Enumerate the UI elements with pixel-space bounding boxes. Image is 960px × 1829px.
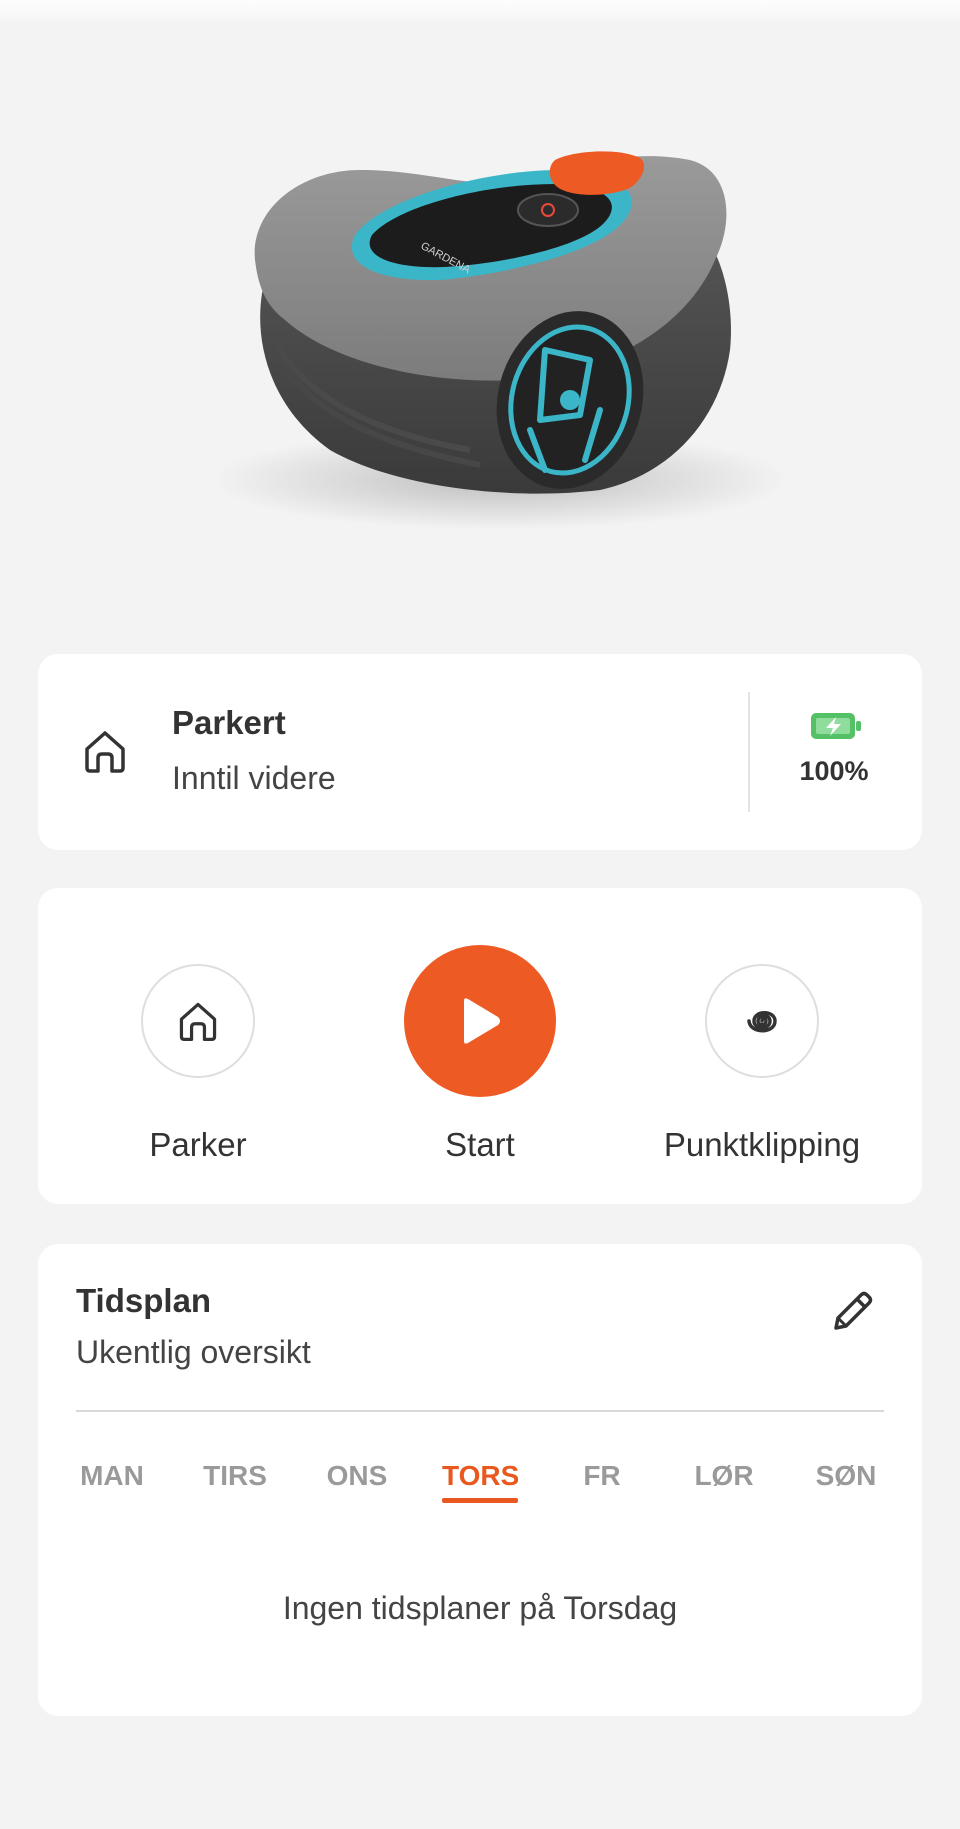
schedule-title: Tidsplan bbox=[76, 1282, 212, 1319]
battery-charging-icon bbox=[811, 713, 861, 739]
day-tab-fri[interactable]: FR bbox=[552, 1458, 652, 1494]
schedule-subtitle: Ukentlig oversikt bbox=[76, 1334, 311, 1370]
spot-cutting-label: Punktklipping bbox=[663, 1126, 861, 1163]
spiral-icon bbox=[747, 1011, 777, 1033]
start-label: Start bbox=[445, 1126, 515, 1163]
play-icon bbox=[464, 998, 500, 1044]
day-tab-wed[interactable]: ONS bbox=[307, 1458, 407, 1494]
status-title: Parkert bbox=[172, 704, 286, 741]
day-tab-sat[interactable]: LØR bbox=[674, 1458, 774, 1494]
status-divider bbox=[748, 692, 750, 812]
home-icon bbox=[179, 1002, 217, 1042]
status-card[interactable] bbox=[38, 654, 922, 850]
selected-day-indicator bbox=[442, 1498, 518, 1503]
robotic-mower-image: GARDENA bbox=[0, 20, 960, 620]
spot-cutting-button[interactable] bbox=[705, 964, 819, 1078]
status-subtitle: Inntil videre bbox=[172, 760, 336, 796]
schedule-divider bbox=[76, 1410, 884, 1412]
start-button[interactable] bbox=[404, 945, 556, 1097]
top-bar bbox=[0, 0, 960, 20]
park-button[interactable] bbox=[141, 964, 255, 1078]
battery-level: 100% bbox=[799, 756, 869, 786]
park-label: Parker bbox=[149, 1126, 247, 1163]
day-tab-thu[interactable]: TORS bbox=[430, 1458, 518, 1494]
day-tab-sun[interactable]: SØN bbox=[796, 1458, 896, 1494]
pencil-icon[interactable] bbox=[828, 1286, 878, 1336]
day-tab-mon[interactable]: MAN bbox=[62, 1458, 162, 1494]
empty-schedule-message: Ingen tidsplaner på Torsdag bbox=[282, 1590, 678, 1626]
home-icon bbox=[85, 731, 125, 773]
day-tab-tue[interactable]: TIRS bbox=[185, 1458, 285, 1494]
